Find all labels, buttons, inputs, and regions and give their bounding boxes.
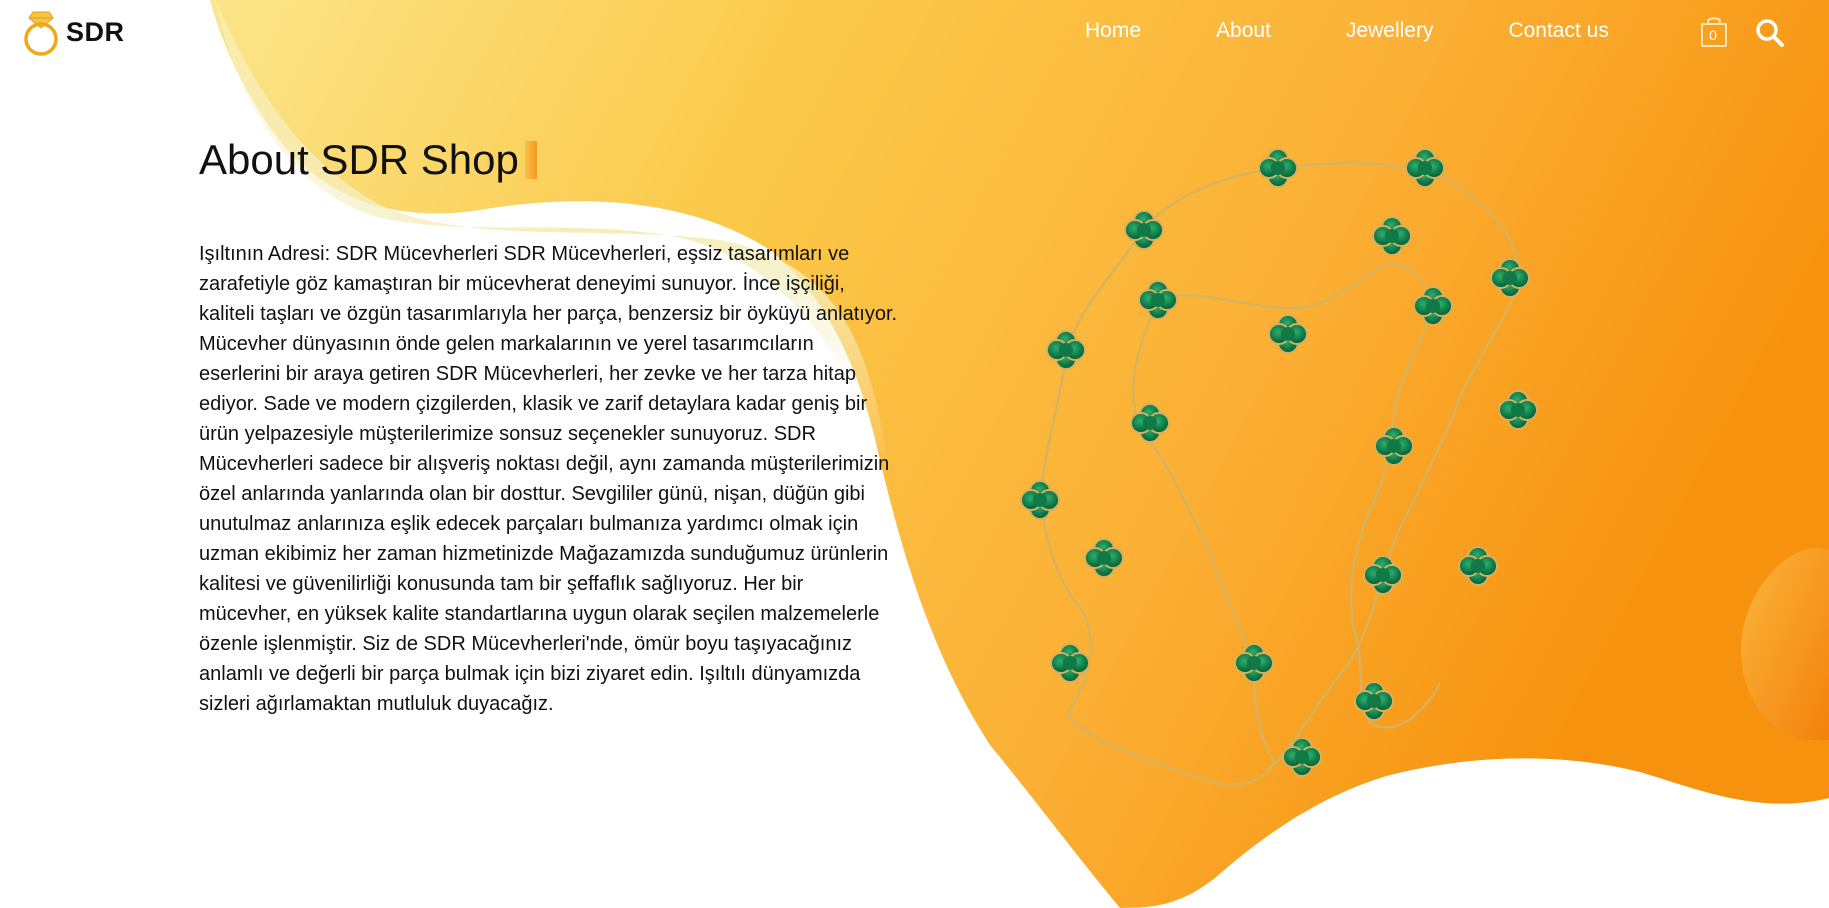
cart-count: 0 <box>1709 27 1717 43</box>
nav-about[interactable]: About <box>1216 18 1271 44</box>
necklace-image <box>1020 148 1538 786</box>
title-accent-bar <box>524 141 537 179</box>
nav-contact-us[interactable]: Contact us <box>1508 18 1608 44</box>
cart-button[interactable]: 0 <box>1699 14 1729 50</box>
search-button[interactable] <box>1754 17 1786 49</box>
nav-home[interactable]: Home <box>1085 18 1141 44</box>
brand-name: SDR <box>66 16 125 47</box>
about-title-text: About SDR Shop <box>199 136 519 183</box>
ring-icon <box>24 11 58 56</box>
nav-jewellery[interactable]: Jewellery <box>1346 18 1434 44</box>
brand-logo[interactable]: SDR <box>20 8 125 56</box>
about-paragraph: Işıltının Adresi: SDR Mücevherleri SDR M… <box>199 243 898 715</box>
main-nav: Home About Jewellery Contact us <box>1085 18 1609 44</box>
about-section-title: About SDR Shop <box>199 136 537 184</box>
search-icon <box>1756 19 1784 47</box>
